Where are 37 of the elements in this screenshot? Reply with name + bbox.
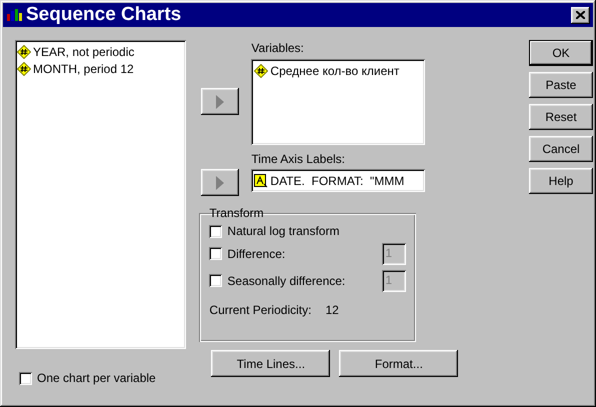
right-triangle-icon (216, 94, 224, 108)
transform-title: Transform (208, 206, 265, 220)
dialog-button[interactable]: Help (529, 168, 593, 194)
checkbox-label: Difference: (227, 246, 286, 260)
dialog-button[interactable]: Time Lines... (211, 350, 330, 377)
dialog-button[interactable]: Reset (529, 104, 593, 130)
source-variable-list[interactable]: YEAR, not periodic MONTH, period 12 (15, 40, 186, 349)
checkbox-label: Seasonally difference: (227, 274, 346, 288)
periodicity-value: 12 (325, 303, 339, 317)
checkbox[interactable] (209, 224, 222, 238)
checkbox-label: One chart per variable (37, 371, 156, 385)
right-triangle-icon (216, 176, 224, 190)
dialog-button[interactable]: Paste (529, 72, 593, 98)
window-title: Sequence Charts (26, 4, 182, 26)
move-right-button[interactable] (201, 169, 240, 196)
variables-label: Variables: (251, 40, 305, 56)
numeric-variable-icon (254, 64, 268, 78)
variables-list[interactable]: Среднее кол-во клиент (251, 59, 426, 145)
dialog-button[interactable]: Format... (339, 350, 458, 377)
string-variable-icon (254, 174, 268, 188)
close-icon (576, 11, 585, 19)
checkbox-label: Natural log transform (227, 224, 340, 238)
variable-name[interactable]: Среднее кол-во клиент (270, 64, 400, 78)
close-button[interactable] (571, 6, 590, 24)
variable-name[interactable]: MONTH, period 12 (33, 62, 134, 76)
numeric-variable-icon (17, 62, 31, 76)
app-icon (6, 8, 22, 22)
move-right-button[interactable] (201, 88, 240, 115)
variable-name[interactable]: YEAR, not periodic (33, 44, 134, 58)
checkbox[interactable] (19, 372, 32, 384)
time-axis-labels-field[interactable]: DATE. FORMAT: "MMM (251, 169, 426, 192)
numeric-variable-icon (17, 44, 31, 58)
time-axis-labels-value: DATE. FORMAT: "MMM (270, 174, 404, 188)
dialog-button[interactable]: Cancel (529, 136, 593, 162)
dialog-button[interactable]: OK (529, 40, 593, 66)
time-axis-labels-label: Time Axis Labels: (251, 151, 346, 167)
periodicity-label: Current Periodicity: (209, 303, 312, 317)
